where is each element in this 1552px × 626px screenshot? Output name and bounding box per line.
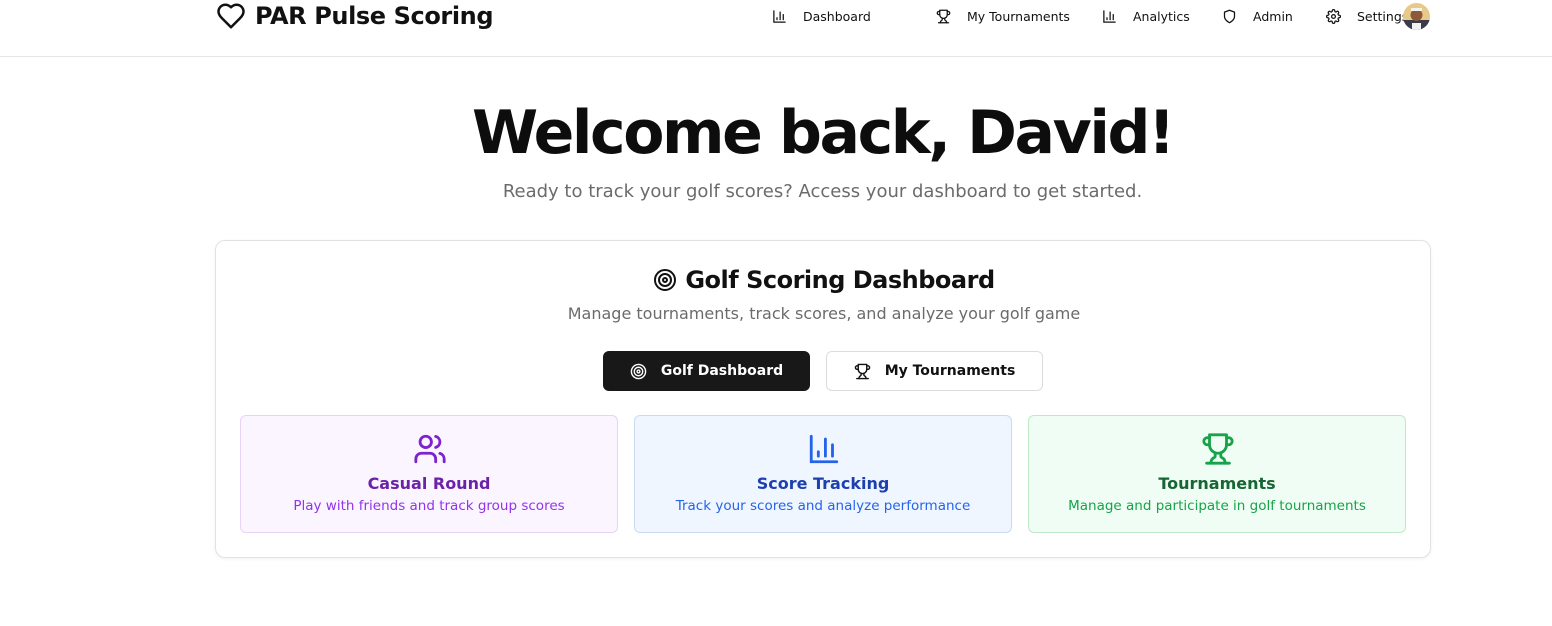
card-subtitle: Manage tournaments, track scores, and an… — [567, 304, 1081, 323]
trophy-icon — [936, 9, 951, 23]
feature-description: Track your scores and analyze performanc… — [675, 498, 971, 514]
nav-label: Dashboard — [803, 8, 871, 24]
heart-icon — [217, 3, 245, 29]
nav-my-tournaments[interactable]: My Tournaments — [936, 5, 1102, 27]
nav-label: Admin — [1253, 8, 1293, 24]
bar-chart-icon — [809, 434, 839, 464]
nav-label: Analytics — [1133, 8, 1190, 24]
feature-title: Casual Round — [367, 474, 491, 493]
feature-score-tracking[interactable]: Score Tracking Track your scores and ana… — [634, 415, 1012, 533]
main-nav: Dashboard My Tournaments Analytics Admin… — [772, 5, 1422, 27]
shield-icon — [1223, 9, 1236, 23]
user-avatar[interactable] — [1403, 3, 1430, 30]
top-nav-bar: PAR Pulse Scoring Dashboard My Tournamen… — [0, 0, 1552, 57]
bar-chart-icon — [773, 9, 786, 23]
feature-description: Play with friends and track group scores — [293, 498, 565, 514]
gear-icon — [1326, 8, 1341, 24]
feature-title: Tournaments — [1158, 474, 1276, 493]
page-subtitle: Ready to track your golf scores? Access … — [502, 181, 1143, 202]
golf-dashboard-card: Golf Scoring Dashboard Manage tournament… — [215, 240, 1431, 558]
bar-chart-icon — [1103, 9, 1116, 23]
target-icon — [630, 363, 647, 379]
page-title: Welcome back, David! — [471, 98, 1175, 168]
nav-label: My Tournaments — [967, 8, 1070, 24]
card-title: Golf Scoring Dashboard — [685, 266, 995, 294]
brand-name: PAR Pulse Scoring — [255, 2, 494, 30]
feature-casual-round[interactable]: Casual Round Play with friends and track… — [240, 415, 618, 533]
my-tournaments-button[interactable]: My Tournaments — [826, 351, 1043, 391]
feature-tournaments[interactable]: Tournaments Manage and participate in go… — [1028, 415, 1406, 533]
nav-admin[interactable]: Admin — [1222, 5, 1326, 27]
card-header: Golf Scoring Dashboard — [216, 266, 1432, 294]
button-label: My Tournaments — [884, 363, 1016, 379]
trophy-icon — [1202, 433, 1234, 465]
nav-label: Settings — [1357, 8, 1409, 24]
feature-title: Score Tracking — [756, 474, 890, 493]
nav-dashboard[interactable]: Dashboard — [772, 5, 936, 27]
brand-logo-link[interactable]: PAR Pulse Scoring — [215, 1, 494, 31]
button-label: Golf Dashboard — [660, 363, 784, 379]
target-icon — [654, 269, 677, 291]
golf-dashboard-button[interactable]: Golf Dashboard — [603, 351, 810, 391]
feature-description: Manage and participate in golf tournamen… — [1068, 498, 1366, 514]
nav-analytics[interactable]: Analytics — [1102, 5, 1222, 27]
trophy-icon — [854, 363, 870, 379]
users-icon — [414, 434, 446, 464]
